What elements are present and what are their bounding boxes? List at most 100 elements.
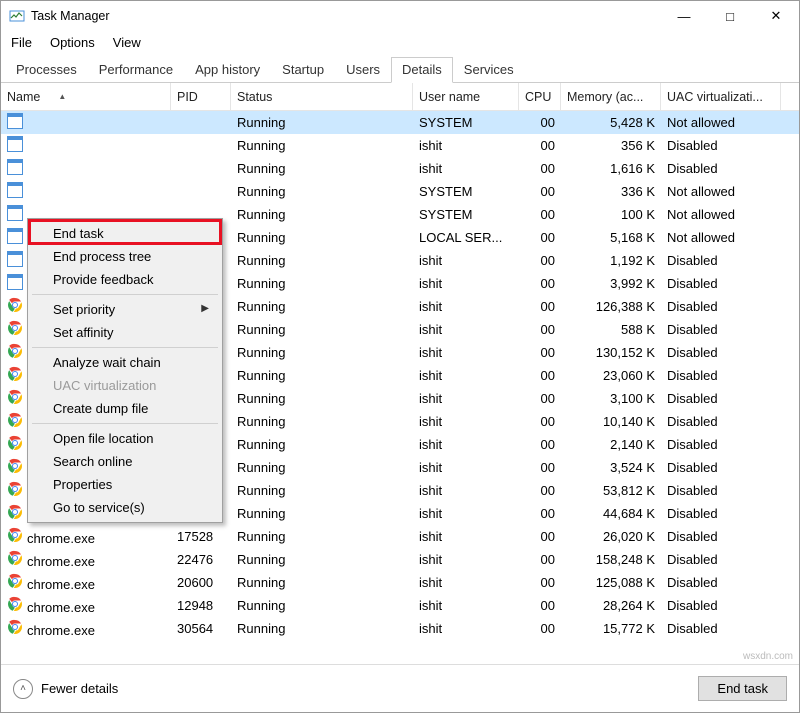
window-process-icon: [7, 205, 23, 221]
context-menu-item-properties[interactable]: Properties: [31, 473, 219, 496]
cell-status: Running: [231, 506, 413, 521]
header-uac[interactable]: UAC virtualizati...: [661, 83, 781, 110]
cell-status: Running: [231, 529, 413, 544]
cell-status: Running: [231, 437, 413, 452]
cell-cpu: 00: [519, 414, 561, 429]
fewer-details-label: Fewer details: [41, 681, 118, 696]
tab-startup[interactable]: Startup: [271, 57, 335, 83]
fewer-details-button[interactable]: ˄ Fewer details: [13, 679, 118, 699]
table-row[interactable]: chrome.exe22476Runningishit00158,248 KDi…: [1, 548, 799, 571]
context-menu-item-create-dump-file[interactable]: Create dump file: [31, 397, 219, 420]
cell-user: SYSTEM: [413, 115, 519, 130]
table-row[interactable]: chrome.exe17528Runningishit0026,020 KDis…: [1, 525, 799, 548]
cell-memory: 336 K: [561, 184, 661, 199]
cell-uac: Disabled: [661, 483, 781, 498]
cell-user: ishit: [413, 322, 519, 337]
cell-cpu: 00: [519, 552, 561, 567]
chrome-icon: [7, 435, 23, 451]
process-grid: Name▲ PID Status User name CPU Memory (a…: [1, 83, 799, 640]
tab-app-history[interactable]: App history: [184, 57, 271, 83]
menu-options[interactable]: Options: [48, 33, 97, 52]
cell-user: ishit: [413, 460, 519, 475]
context-menu-item-search-online[interactable]: Search online: [31, 450, 219, 473]
cell-cpu: 00: [519, 276, 561, 291]
cell-user: SYSTEM: [413, 207, 519, 222]
cell-user: ishit: [413, 276, 519, 291]
cell-uac: Disabled: [661, 345, 781, 360]
maximize-button[interactable]: □: [707, 1, 753, 31]
cell-cpu: 00: [519, 391, 561, 406]
menu-file[interactable]: File: [9, 33, 34, 52]
cell-pid: 17528: [171, 529, 231, 544]
cell-user: ishit: [413, 161, 519, 176]
cell-uac: Disabled: [661, 322, 781, 337]
chrome-icon: [7, 366, 23, 382]
end-task-button[interactable]: End task: [698, 676, 787, 701]
cell-memory: 2,140 K: [561, 437, 661, 452]
cell-memory: 23,060 K: [561, 368, 661, 383]
cell-memory: 28,264 K: [561, 598, 661, 613]
red-highlight-box: [28, 219, 222, 245]
header-pid[interactable]: PID: [171, 83, 231, 110]
cell-user: ishit: [413, 253, 519, 268]
cell-status: Running: [231, 207, 413, 222]
tab-details[interactable]: Details: [391, 57, 453, 83]
cell-cpu: 00: [519, 184, 561, 199]
context-menu-item-end-task[interactable]: End task: [31, 222, 219, 245]
header-user[interactable]: User name: [413, 83, 519, 110]
chrome-icon: [7, 619, 23, 635]
context-menu-item-analyze-wait-chain[interactable]: Analyze wait chain: [31, 351, 219, 374]
window-process-icon: [7, 159, 23, 175]
table-row[interactable]: Runningishit001,616 KDisabled: [1, 157, 799, 180]
cell-memory: 26,020 K: [561, 529, 661, 544]
chrome-icon: [7, 458, 23, 474]
table-row[interactable]: RunningSYSTEM005,428 KNot allowed: [1, 111, 799, 134]
context-menu-item-set-priority[interactable]: Set priority▶: [31, 298, 219, 321]
window-process-icon: [7, 136, 23, 152]
context-menu-item-provide-feedback[interactable]: Provide feedback: [31, 268, 219, 291]
window-title: Task Manager: [31, 9, 661, 23]
tab-processes[interactable]: Processes: [5, 57, 88, 83]
tab-users[interactable]: Users: [335, 57, 391, 83]
cell-pid: 30564: [171, 621, 231, 636]
chevron-right-icon: ▶: [201, 303, 209, 314]
context-menu-item-end-process-tree[interactable]: End process tree: [31, 245, 219, 268]
context-menu-separator: [32, 294, 218, 295]
context-menu-item-set-affinity[interactable]: Set affinity: [31, 321, 219, 344]
cell-user: ishit: [413, 575, 519, 590]
table-row[interactable]: chrome.exe20600Runningishit00125,088 KDi…: [1, 571, 799, 594]
header-name[interactable]: Name▲: [1, 83, 171, 110]
table-row[interactable]: chrome.exe12948Runningishit0028,264 KDis…: [1, 594, 799, 617]
table-row[interactable]: RunningSYSTEM00336 KNot allowed: [1, 180, 799, 203]
cell-user: ishit: [413, 598, 519, 613]
cell-cpu: 00: [519, 230, 561, 245]
header-cpu[interactable]: CPU: [519, 83, 561, 110]
cell-status: Running: [231, 575, 413, 590]
cell-memory: 10,140 K: [561, 414, 661, 429]
menu-view[interactable]: View: [111, 33, 143, 52]
taskmanager-icon: [9, 8, 25, 24]
cell-uac: Disabled: [661, 460, 781, 475]
header-status[interactable]: Status: [231, 83, 413, 110]
cell-memory: 356 K: [561, 138, 661, 153]
cell-user: ishit: [413, 506, 519, 521]
tab-performance[interactable]: Performance: [88, 57, 184, 83]
context-menu-separator: [32, 423, 218, 424]
context-menu-item-open-file-location[interactable]: Open file location: [31, 427, 219, 450]
tab-services[interactable]: Services: [453, 57, 525, 83]
cell-cpu: 00: [519, 207, 561, 222]
cell-uac: Disabled: [661, 598, 781, 613]
close-button[interactable]: ✕: [753, 1, 799, 31]
header-memory[interactable]: Memory (ac...: [561, 83, 661, 110]
cell-pid: 12948: [171, 598, 231, 613]
cell-memory: 53,812 K: [561, 483, 661, 498]
table-row[interactable]: Runningishit00356 KDisabled: [1, 134, 799, 157]
cell-status: Running: [231, 391, 413, 406]
cell-memory: 100 K: [561, 207, 661, 222]
cell-status: Running: [231, 230, 413, 245]
cell-status: Running: [231, 460, 413, 475]
cell-cpu: 00: [519, 529, 561, 544]
context-menu-item-go-to-service-s-[interactable]: Go to service(s): [31, 496, 219, 519]
minimize-button[interactable]: —: [661, 1, 707, 31]
table-row[interactable]: chrome.exe30564Runningishit0015,772 KDis…: [1, 617, 799, 640]
